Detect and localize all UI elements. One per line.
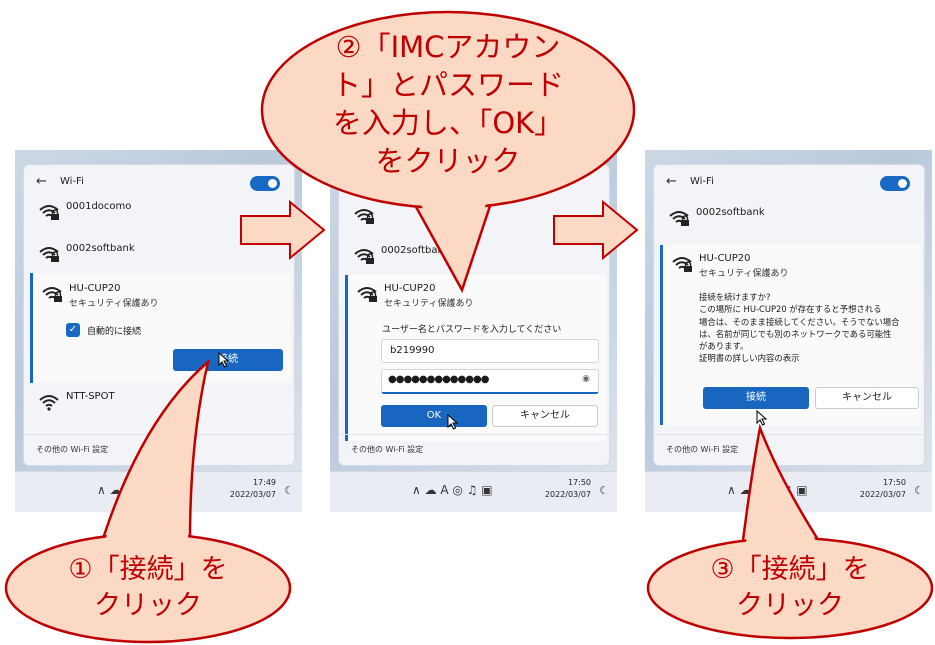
callout-step1-text: ①「接続」を クリック — [30, 552, 266, 624]
callout-line: ②「IMCアカウン — [335, 30, 561, 64]
callout-line: ③「接続」を — [710, 554, 870, 585]
callout-line: をクリック — [375, 144, 521, 178]
callout-line: ト」とパスワード — [331, 68, 564, 102]
callout-line: クリック — [736, 590, 844, 621]
callout-line: を入力し、「OK」 — [332, 106, 564, 140]
callout-line: クリック — [94, 590, 202, 621]
callout-step2-text: ②「IMCアカウン ト」とパスワード を入力し、「OK」 をクリック — [300, 28, 596, 180]
callout-line: ①「接続」を — [68, 554, 228, 585]
callout-step3-text: ③「接続」を クリック — [672, 552, 908, 624]
